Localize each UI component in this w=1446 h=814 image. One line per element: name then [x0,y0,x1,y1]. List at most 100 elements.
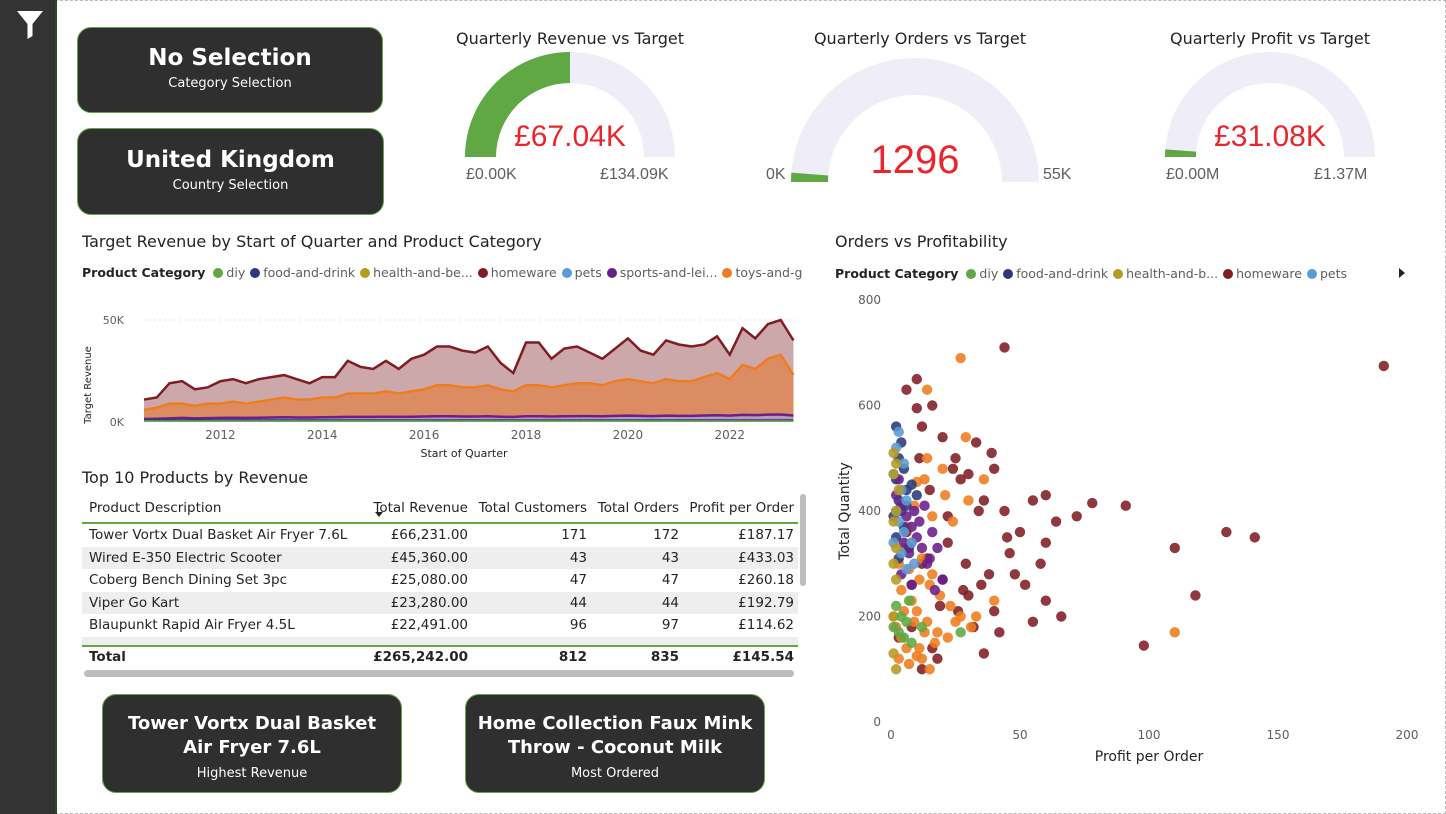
col-header-revenue[interactable]: Total Revenue [372,500,472,516]
scatter-point-homeware[interactable] [1027,495,1039,506]
scatter-point-homeware[interactable] [1249,532,1260,543]
scatter-point-toys-and-games[interactable] [937,463,948,474]
scatter-point-toys-and-games[interactable] [945,600,956,612]
table-vertical-scrollbar[interactable] [800,494,806,586]
scatter-point-toys-and-games[interactable] [924,664,935,675]
area-legend-item[interactable]: diy [213,265,245,280]
scatter-point-toys-and-games[interactable] [903,658,915,670]
scatter-point-homeware[interactable] [927,400,938,411]
scatter-point-diy[interactable] [903,595,915,606]
scatter-point-toys-and-games[interactable] [965,621,977,633]
scatter-point-homeware[interactable] [1035,558,1046,569]
scatter-legend-item[interactable]: food-and-drink [1003,266,1108,281]
table-row[interactable]: Wired E-350 Electric Scooter £45,360.00 43… [82,546,798,569]
scatter-point-health-and-beauty[interactable] [890,664,902,675]
scatter-point-toys-and-games[interactable] [963,495,974,506]
scatter-point-toys-and-games[interactable] [942,632,953,643]
scatter-point-homeware[interactable] [978,648,990,659]
scatter-point-toys-and-games[interactable] [947,516,959,527]
country-selection-card[interactable]: United Kingdom Country Selection [77,128,384,215]
scatter-point-health-and-beauty[interactable] [888,558,899,569]
scatter-point-homeware[interactable] [1169,542,1180,554]
scatter-point-toys-and-games[interactable] [1169,627,1180,638]
scatter-point-homeware[interactable] [1004,548,1015,559]
scatter-point-homeware[interactable] [1040,537,1051,548]
scatter-point-sports-and-leisure[interactable] [937,574,948,585]
scatter-legend-item[interactable]: pets [1306,266,1347,281]
scatter-point-diy[interactable] [955,627,966,638]
col-header-orders[interactable]: Total Orders [591,500,683,516]
scatter-point-homeware[interactable] [1087,497,1098,509]
scatter-point-food-and-drink[interactable] [911,489,922,501]
scatter-point-diy[interactable] [890,600,902,612]
area-legend-item[interactable]: homeware [477,265,557,280]
scatter-point-food-and-drink[interactable] [906,479,917,490]
scatter-point-homeware[interactable] [1014,526,1026,538]
area-chart[interactable]: 0K 50K 2012 2014 2016 2018 2020 2022 Start of Qu… [74,300,814,470]
scatter-point-health-and-beauty[interactable] [888,447,899,459]
scatter-point-homeware[interactable] [989,606,1000,617]
scatter-point-health-and-beauty[interactable] [888,468,899,480]
scatter-point-health-and-beauty[interactable] [890,574,902,585]
scatter-point-toys-and-games[interactable] [921,453,933,464]
scatter-point-homeware[interactable] [1378,360,1389,372]
scatter-point-toys-and-games[interactable] [970,611,982,622]
scatter-point-sports-and-leisure[interactable] [919,500,930,511]
table-row[interactable]: Coberg Bench Dining Set 3pc £25,080.00 47 4… [82,569,798,592]
scatter-point-toys-and-games[interactable] [950,616,961,627]
scatter-point-homeware[interactable] [1027,616,1039,627]
scatter-point-toys-and-games[interactable] [939,489,951,501]
scatter-point-health-and-beauty[interactable] [888,648,899,659]
table-row[interactable]: Blaupunkt Rapid Air Fryer 4.5L £22,491.00… [82,614,798,637]
scatter-point-homeware[interactable] [994,627,1005,638]
scatter-point-sports-and-leisure[interactable] [906,579,917,591]
scatter-point-homeware[interactable] [1019,579,1031,591]
legend-next-arrow-icon[interactable] [1399,268,1405,278]
scatter-point-homeware[interactable] [955,474,966,485]
scatter-point-homeware[interactable] [950,453,961,464]
scatter-point-homeware[interactable] [932,653,943,664]
scatter-point-diy[interactable] [906,637,917,649]
scatter-point-health-and-beauty[interactable] [893,484,904,496]
scatter-point-homeware[interactable] [978,495,990,506]
scatter-point-homeware[interactable] [934,600,946,612]
scatter-point-homeware[interactable] [1040,595,1051,606]
scatter-point-pets[interactable] [901,563,912,575]
scatter-point-toys-and-games[interactable] [978,474,990,485]
scatter-chart[interactable]: 0 200 400 600 800 0 50 100 150 200 Profit per Orde… [825,288,1425,778]
col-header-product[interactable]: Product Description [82,500,372,516]
scatter-point-toys-and-games[interactable] [896,584,907,596]
scatter-point-toys-and-games[interactable] [911,606,922,617]
scatter-point-homeware[interactable] [1040,489,1051,501]
scatter-point-toys-and-games[interactable] [916,653,928,664]
scatter-point-homeware[interactable] [901,384,912,395]
scatter-point-homeware[interactable] [973,505,984,517]
col-header-customers[interactable]: Total Customers [472,500,591,516]
scatter-point-sports-and-leisure[interactable] [932,542,943,554]
table-row[interactable]: Viper Go Kart £23,280.00 44 44 £192.79 [82,591,798,614]
scatter-point-homeware[interactable] [1050,516,1062,527]
scatter-point-toys-and-games[interactable] [960,431,972,443]
scatter-point-pets[interactable] [893,426,904,438]
scatter-point-pets[interactable] [906,537,917,548]
scatter-legend-item[interactable]: diy [966,266,998,281]
scatter-point-homeware[interactable] [976,579,987,591]
category-selection-card[interactable]: No Selection Category Selection [77,27,383,113]
table-row[interactable]: Tower Vortx Dual Basket Air Fryer 7.6L £6… [82,524,798,547]
sort-descending-icon[interactable] [375,512,383,517]
scatter-point-homeware[interactable] [983,569,995,580]
area-legend-item[interactable]: sports-and-lei... [606,265,717,280]
scatter-point-homeware[interactable] [1071,511,1082,522]
scatter-point-homeware[interactable] [986,447,997,459]
scatter-point-toys-and-games[interactable] [989,595,1000,606]
scatter-point-homeware[interactable] [1001,532,1013,543]
scatter-point-pets[interactable] [901,495,912,506]
scatter-point-diy[interactable] [916,621,928,633]
scatter-point-homeware[interactable] [1056,611,1067,622]
scatter-point-homeware[interactable] [1190,590,1201,601]
scatter-point-toys-and-games[interactable] [921,384,933,395]
scatter-legend-item[interactable]: homeware [1223,266,1302,281]
scatter-point-sports-and-leisure[interactable] [924,553,935,564]
scatter-point-homeware[interactable] [999,505,1010,517]
scatter-point-health-and-beauty[interactable] [890,505,902,517]
